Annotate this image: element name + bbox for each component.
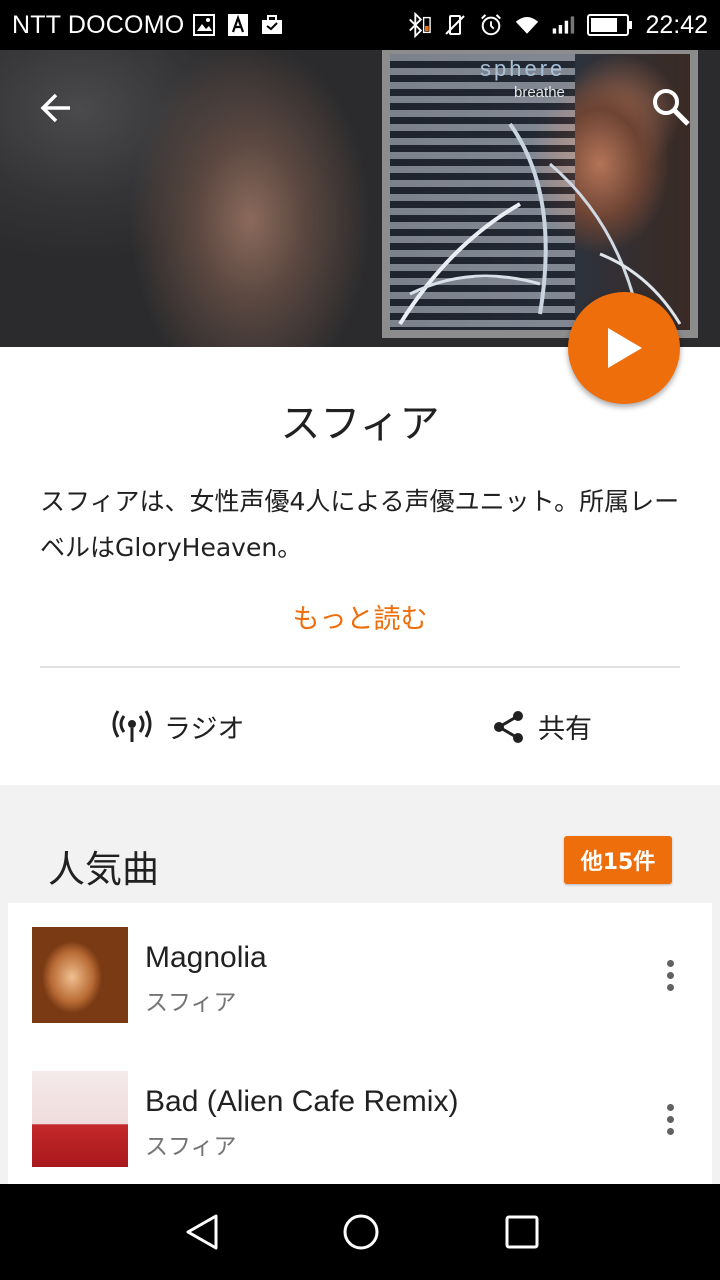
status-bar: NTT DOCOMO 22:42 bbox=[0, 0, 720, 50]
square-recents-icon bbox=[505, 1215, 539, 1249]
arrow-back-icon bbox=[40, 93, 70, 123]
radio-label: ラジオ bbox=[164, 714, 245, 745]
song-thumbnail bbox=[32, 1071, 128, 1167]
more-vert-icon bbox=[666, 1103, 674, 1111]
triangle-back-icon bbox=[186, 1214, 218, 1250]
song-row[interactable]: Magnolia スフィア bbox=[8, 903, 712, 1047]
nav-back-button[interactable] bbox=[182, 1212, 222, 1252]
search-icon bbox=[653, 89, 690, 126]
song-title: Bad (Alien Cafe Remix) bbox=[145, 1085, 459, 1118]
circle-home-icon bbox=[343, 1214, 379, 1250]
gallery-icon bbox=[192, 13, 216, 37]
bluetooth-icon bbox=[407, 11, 432, 39]
artist-bio: スフィアは、女性声優4人による声優ユニット。所属レーベルはGloryHeaven… bbox=[40, 487, 680, 562]
briefcase-icon bbox=[260, 13, 284, 37]
radio-button[interactable]: ラジオ bbox=[112, 707, 244, 746]
album-subtitle-text: breathe bbox=[514, 84, 565, 101]
carrier-name: NTT DOCOMO bbox=[12, 10, 185, 39]
alarm-icon bbox=[479, 13, 503, 37]
back-button[interactable] bbox=[36, 88, 76, 128]
read-more-link[interactable]: もっと読む bbox=[0, 597, 720, 636]
play-icon bbox=[608, 328, 642, 368]
nav-recents-button[interactable] bbox=[502, 1212, 542, 1252]
artist-info-card: スフィア スフィアは、女性声優4人による声優ユニット。所属レーベルはGloryH… bbox=[0, 347, 720, 785]
navigation-bar bbox=[0, 1184, 720, 1280]
wifi-icon bbox=[515, 13, 539, 37]
song-artist: スフィア bbox=[145, 1134, 237, 1160]
share-button[interactable]: 共有 bbox=[492, 707, 592, 746]
clock: 22:42 bbox=[645, 10, 708, 39]
radio-icon bbox=[112, 709, 152, 742]
song-more-menu[interactable] bbox=[656, 955, 684, 995]
more-vert-icon bbox=[666, 959, 674, 967]
song-row[interactable]: Bad (Alien Cafe Remix) スフィア bbox=[8, 1047, 712, 1191]
song-thumbnail bbox=[32, 927, 128, 1023]
popular-songs-section: 人気曲 他15件 Magnolia スフィア Bad (Alien Cafe R… bbox=[0, 785, 720, 1193]
section-title: 人気曲 bbox=[48, 848, 159, 891]
song-artist: スフィア bbox=[145, 990, 237, 1016]
album-title-text: sphere bbox=[480, 56, 566, 81]
more-songs-button[interactable]: 他15件 bbox=[564, 836, 672, 884]
song-more-menu[interactable] bbox=[656, 1099, 684, 1139]
vibrate-mute-icon bbox=[443, 13, 467, 37]
share-label: 共有 bbox=[538, 714, 592, 745]
song-title: Magnolia bbox=[145, 941, 267, 974]
play-button[interactable] bbox=[568, 292, 680, 404]
signal-icon bbox=[551, 13, 575, 37]
divider bbox=[40, 666, 680, 668]
battery-icon bbox=[587, 13, 633, 37]
song-list: Magnolia スフィア Bad (Alien Cafe Remix) スフィ… bbox=[8, 903, 712, 1193]
search-button[interactable] bbox=[650, 86, 692, 128]
nav-home-button[interactable] bbox=[341, 1212, 381, 1252]
share-icon bbox=[494, 710, 523, 743]
a-icon bbox=[226, 13, 250, 37]
